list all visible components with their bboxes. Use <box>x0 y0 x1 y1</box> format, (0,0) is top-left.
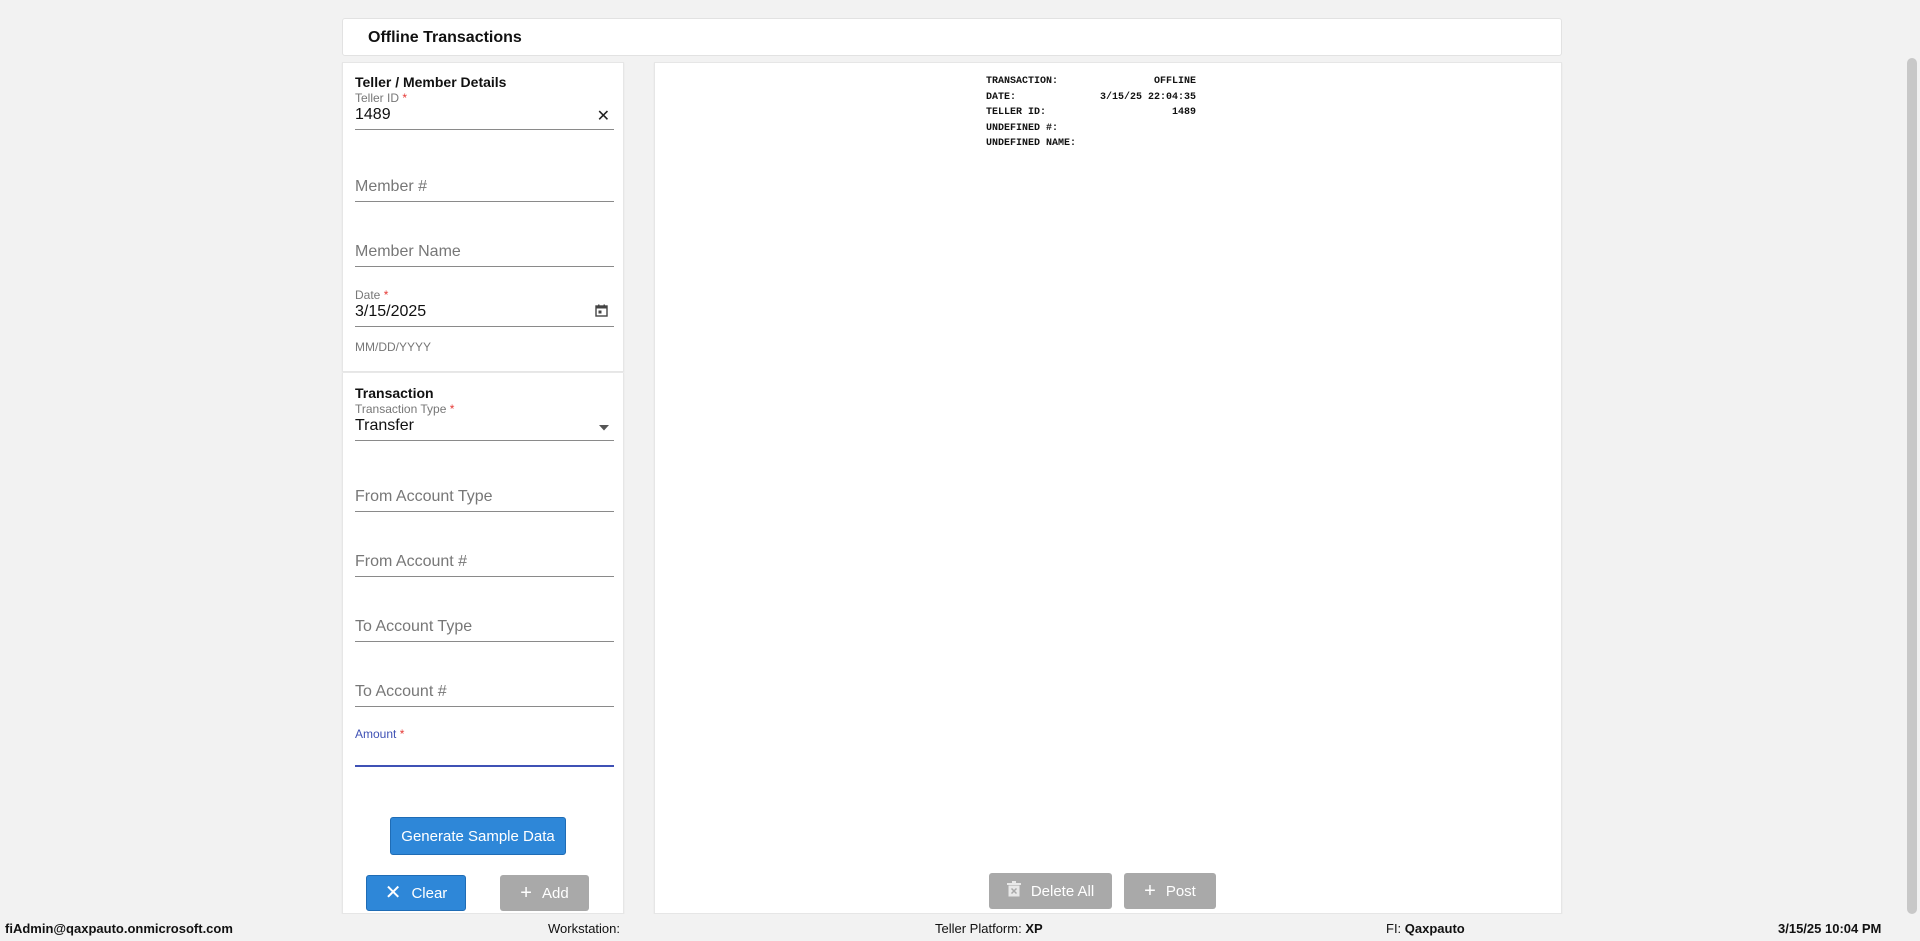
close-icon: ✕ <box>384 882 402 904</box>
status-teller-platform: Teller Platform: XP <box>935 921 1043 936</box>
receipt-row: UNDEFINED #: <box>986 122 1059 134</box>
receipt-row: TRANSACTION: OFFLINE <box>986 76 1196 87</box>
member-name-input[interactable]: Member Name <box>355 243 461 261</box>
plus-icon: + <box>1144 880 1156 902</box>
delete-all-button[interactable]: Delete All <box>989 873 1112 909</box>
status-datetime: 3/15/25 10:04 PM <box>1778 921 1882 936</box>
transaction-panel: Transaction Transaction Type * Transfer … <box>342 373 624 914</box>
receipt-row: DATE: 3/15/25 22:04:35 <box>986 91 1196 103</box>
member-name-field[interactable]: Member Name <box>355 243 614 273</box>
to-account-number-input[interactable]: To Account # <box>355 683 447 701</box>
transaction-type-label: Transaction Type <box>355 402 447 416</box>
scrollbar-thumb[interactable] <box>1907 58 1917 914</box>
amount-field[interactable]: Amount * <box>355 727 614 769</box>
status-user: fiAdmin@qaxpauto.onmicrosoft.com <box>5 921 233 936</box>
teller-id-field[interactable]: Teller ID * 1489 ✕ <box>355 91 614 141</box>
receipt-text: TRANSACTION: OFFLINE DATE: 3/15/25 22:04:3… <box>986 76 1196 154</box>
page-title: Offline Transactions <box>368 29 522 46</box>
status-bar: fiAdmin@qaxpauto.onmicrosoft.com Worksta… <box>0 914 1920 941</box>
amount-label: Amount <box>355 727 397 741</box>
close-icon[interactable]: ✕ <box>597 106 610 126</box>
teller-id-input[interactable]: 1489 <box>355 106 391 124</box>
add-button[interactable]: + Add <box>500 875 589 911</box>
page-header: Offline Transactions <box>342 18 1562 56</box>
transaction-type-select[interactable]: Transaction Type * Transfer <box>355 402 614 452</box>
dropdown-arrow-icon[interactable] <box>598 419 610 437</box>
receipt-row: TELLER ID: 1489 <box>986 107 1196 118</box>
from-account-number-field[interactable]: From Account # <box>355 553 614 583</box>
member-number-input[interactable]: Member # <box>355 178 427 196</box>
status-fi: FI: Qaxpauto <box>1386 921 1465 936</box>
from-account-number-input[interactable]: From Account # <box>355 553 467 571</box>
from-account-type-input[interactable]: From Account Type <box>355 488 493 506</box>
receipt-row: UNDEFINED NAME: <box>986 138 1077 149</box>
transaction-section-title: Transaction <box>355 385 434 401</box>
receipt-preview-panel: TRANSACTION: OFFLINE DATE: 3/15/25 22:04:3… <box>654 62 1562 914</box>
date-helper-text: MM/DD/YYYY <box>355 340 432 354</box>
teller-id-label: Teller ID <box>355 91 400 105</box>
from-account-type-field[interactable]: From Account Type <box>355 488 614 518</box>
page-scrollbar[interactable] <box>1903 0 1920 914</box>
date-label: Date <box>355 288 381 302</box>
post-button[interactable]: + Post <box>1124 873 1216 909</box>
trash-icon <box>1006 881 1021 901</box>
date-input[interactable]: 3/15/2025 <box>355 303 426 321</box>
to-account-number-field[interactable]: To Account # <box>355 683 614 713</box>
generate-sample-data-button[interactable]: Generate Sample Data <box>390 817 566 855</box>
to-account-type-input[interactable]: To Account Type <box>355 618 472 636</box>
member-details-panel: Teller / Member Details Teller ID * 1489… <box>342 62 624 372</box>
status-workstation: Workstation: <box>548 921 621 936</box>
member-number-field[interactable]: Member # <box>355 178 614 208</box>
member-section-title: Teller / Member Details <box>355 74 507 90</box>
plus-icon: + <box>520 882 532 904</box>
date-field[interactable]: Date * 3/15/2025 MM/DD/YYYY <box>355 288 614 358</box>
calendar-icon[interactable] <box>595 304 608 322</box>
clear-button[interactable]: ✕ Clear <box>366 875 466 911</box>
transaction-type-value[interactable]: Transfer <box>355 417 414 435</box>
to-account-type-field[interactable]: To Account Type <box>355 618 614 648</box>
